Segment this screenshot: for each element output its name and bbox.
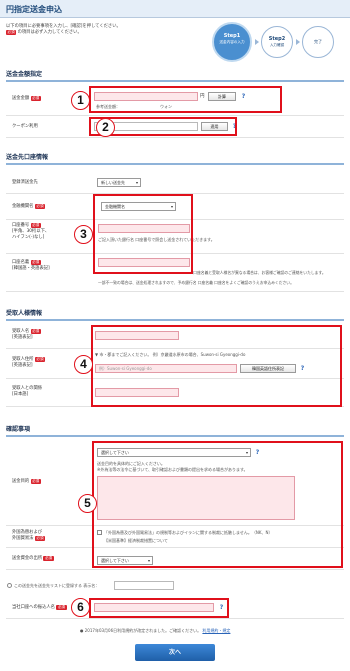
recipient-address-note: [英語表記]	[12, 363, 33, 368]
next-button[interactable]: 次へ	[135, 644, 215, 661]
marker-2: 2	[96, 118, 115, 137]
section-recipient-title: 受取人様情報	[6, 308, 344, 321]
next-button-label: 次へ	[168, 649, 181, 656]
highlight-box-6	[89, 598, 229, 618]
required-tag: 必須	[56, 605, 67, 610]
fund-source-label: 送金資金の出所 必須	[12, 556, 54, 562]
purpose-label-text: 送金目的	[12, 479, 30, 484]
marker-1: 1	[71, 91, 90, 110]
register-name-input[interactable]	[114, 581, 174, 590]
required-tag: 必須	[30, 329, 41, 334]
bank-label-text: 金融機関名	[12, 204, 34, 209]
required-tag: 必須	[30, 260, 41, 265]
foreign-exchange-label: 外国為替および 外国貿易法 必須	[12, 530, 46, 542]
marker-3: 3	[74, 225, 93, 244]
recipient-address-label-text: 受取人住所	[12, 357, 34, 362]
amount-label: 送金金額 必須	[12, 96, 41, 102]
step-2: Step2 入力確認	[261, 26, 293, 58]
intro-line-2: 必須 の項目は必ず入力してください。	[6, 30, 206, 36]
step-3-label: 完了	[314, 39, 322, 44]
page-title: 円指定送金申込	[6, 5, 62, 14]
marker-6: 6	[71, 598, 90, 617]
account-number-label: 口座番号 必須 [半角、30桁以下、 ハイフン(-)なし]	[12, 223, 49, 241]
payer-name-label: 当社口座への振込人名 必須	[12, 605, 67, 611]
account-number-label-text: 口座番号	[12, 223, 30, 228]
registered-select-value: 新しい送金先	[101, 180, 125, 185]
recipient-address-label: 受取人住所 必須 [英語表記]	[12, 357, 46, 369]
relation-label-text: 受取人との関係	[12, 386, 43, 391]
account-name-note: [韓国語・英語表記]	[12, 266, 50, 271]
required-tag: 必須	[43, 556, 54, 561]
recipient-name-note: [英語表記]	[12, 335, 33, 340]
step-2-label: 入力確認	[269, 43, 285, 47]
section-confirm-title: 確認事項	[6, 424, 344, 437]
register-text: この送金先を送金先リストに登録する 表示名：	[14, 583, 100, 588]
account-name-label: 口座名義 必須 [韓国語・英語表記]	[12, 260, 50, 272]
required-tag: 必須	[6, 30, 17, 35]
fund-source-label-text: 送金資金の出所	[12, 556, 43, 561]
section-account-title: 送金先口座情報	[6, 152, 344, 165]
required-tag: 必須	[30, 223, 41, 228]
page-header: 円指定送金申込	[0, 0, 350, 18]
highlight-box-4	[91, 325, 342, 407]
bank-label: 金融機関名 必須	[12, 204, 46, 210]
section-amount-title: 送金金額指定	[6, 69, 344, 82]
required-tag: 必須	[34, 357, 46, 362]
marker-4: 4	[74, 355, 93, 374]
account-name-notice-1: ※口座名義と受取人様名が異なる場合は、お客様ご確認のご連絡をいたします。	[190, 270, 326, 275]
relation-label: 受取人との関係 [日本語]	[12, 386, 42, 398]
highlight-box-5	[92, 441, 343, 568]
highlight-box-3	[93, 194, 193, 274]
relation-note: [日本語]	[12, 392, 29, 397]
coupon-label: クーポン利用	[12, 124, 38, 129]
terms-link[interactable]: 利用規約・規定	[202, 628, 230, 633]
account-name-label-text: 口座名義	[12, 260, 30, 265]
account-number-note-2: ハイフン(-)なし]	[12, 235, 45, 240]
intro-line-2-text: の項目は必ず入力してください。	[17, 30, 82, 35]
step-arrow-icon	[296, 39, 300, 45]
step-3: 完了	[302, 26, 334, 58]
step-1-label: 送金内容の入力	[219, 40, 245, 44]
amount-label-text: 送金金額	[12, 96, 30, 101]
registered-select[interactable]: 新しい送金先	[97, 178, 141, 187]
terms-notice: ● 2017年03月06日利用規約が改定されました。ご確認ください。 利用規約・…	[80, 628, 230, 634]
foreign-exchange-label-1: 外国為替および	[12, 530, 43, 535]
required-tag: 必須	[34, 204, 46, 209]
step-2-num: Step2	[268, 36, 286, 42]
step-1: Step1 送金内容の入力	[212, 22, 252, 62]
recipient-name-label: 受取人名 必須 [英語表記]	[12, 329, 41, 341]
registered-row: 登録済送金先	[6, 170, 344, 194]
recipient-name-label-text: 受取人名	[12, 329, 30, 334]
required-tag: 必須	[30, 96, 41, 101]
purpose-label: 送金目的 必須	[12, 479, 41, 485]
terms-notice-text: ● 2017年03月06日利用規約が改定されました。ご確認ください。	[80, 628, 202, 633]
account-name-notice-2: 一部不一致の場合は、送金処理されますので、予め銀行名 口座名義 口座名をよくご確…	[98, 280, 294, 285]
payer-name-label-text: 当社口座への振込人名	[12, 605, 55, 610]
step-1-num: Step1	[223, 33, 241, 39]
foreign-exchange-label-2: 外国貿易法	[12, 536, 34, 541]
highlight-box-1	[89, 86, 282, 113]
marker-5: 5	[78, 494, 97, 513]
register-checkbox[interactable]	[7, 583, 12, 588]
step-arrow-icon	[255, 39, 259, 45]
account-number-note-1: [半角、30桁以下、	[12, 229, 50, 234]
required-tag: 必須	[30, 479, 41, 484]
registered-label: 登録済送金先	[12, 180, 38, 185]
required-tag: 必須	[34, 536, 46, 541]
